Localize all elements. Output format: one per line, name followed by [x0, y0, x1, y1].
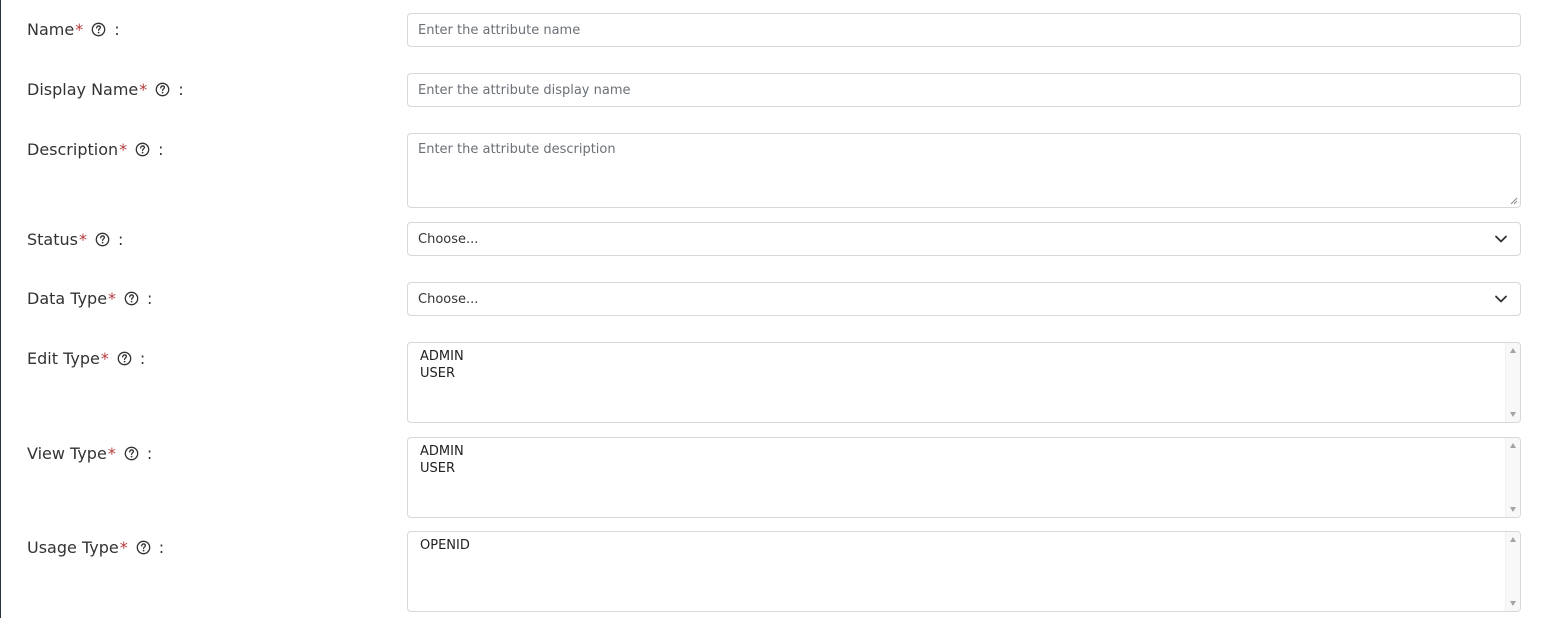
question-circle-icon[interactable]: [124, 291, 139, 306]
label-colon: :: [178, 79, 184, 99]
status-select[interactable]: Choose...: [407, 222, 1521, 256]
display-name-input[interactable]: Enter the attribute display name: [407, 73, 1521, 107]
data-type-select[interactable]: Choose...: [407, 282, 1521, 316]
chevron-down-icon: [1495, 295, 1507, 303]
edit-type-option[interactable]: USER: [420, 365, 1508, 382]
scroll-up-icon[interactable]: [1510, 348, 1516, 353]
required-mark: *: [107, 443, 116, 463]
question-circle-icon[interactable]: [91, 22, 106, 37]
question-circle-icon[interactable]: [117, 351, 132, 366]
status-label-text: Status: [27, 229, 78, 249]
resize-grip-icon[interactable]: [1510, 197, 1518, 205]
view-type-label: View Type * :: [27, 443, 152, 463]
scroll-down-icon[interactable]: [1510, 601, 1516, 606]
edit-type-option[interactable]: ADMIN: [420, 348, 1508, 365]
scrollbar[interactable]: [1505, 438, 1520, 517]
data-type-label-text: Data Type: [27, 288, 108, 308]
question-circle-icon[interactable]: [135, 142, 150, 157]
question-circle-icon[interactable]: [95, 232, 110, 247]
name-label: Name * :: [27, 19, 120, 39]
question-circle-icon[interactable]: [124, 446, 139, 461]
name-input-placeholder: Enter the attribute name: [418, 22, 581, 38]
required-mark: *: [108, 288, 117, 308]
display-name-label-text: Display Name: [27, 79, 139, 99]
required-mark: *: [119, 139, 128, 159]
scroll-up-icon[interactable]: [1510, 443, 1516, 448]
data-type-label: Data Type * :: [27, 288, 152, 308]
edit-type-label-text: Edit Type: [27, 348, 100, 368]
description-textarea[interactable]: Enter the attribute description: [407, 133, 1521, 208]
data-type-select-value: Choose...: [418, 291, 479, 307]
description-label: Description * :: [27, 139, 164, 159]
usage-type-multiselect[interactable]: OPENID: [407, 531, 1521, 612]
view-type-multiselect[interactable]: ADMIN USER: [407, 437, 1521, 518]
label-colon: :: [114, 19, 120, 39]
required-mark: *: [100, 348, 109, 368]
status-label: Status * :: [27, 229, 123, 249]
scrollbar[interactable]: [1505, 532, 1520, 611]
label-colon: :: [158, 139, 164, 159]
edit-type-label: Edit Type * :: [27, 348, 145, 368]
required-mark: *: [119, 537, 128, 557]
required-mark: *: [139, 79, 148, 99]
status-select-value: Choose...: [418, 231, 479, 247]
label-colon: :: [147, 288, 153, 308]
display-name-label: Display Name * :: [27, 79, 184, 99]
required-mark: *: [75, 19, 84, 39]
required-mark: *: [78, 229, 87, 249]
description-textarea-placeholder: Enter the attribute description: [418, 142, 616, 157]
question-circle-icon[interactable]: [155, 82, 170, 97]
scroll-up-icon[interactable]: [1510, 537, 1516, 542]
scrollbar[interactable]: [1505, 343, 1520, 422]
view-type-option[interactable]: USER: [420, 460, 1508, 477]
scroll-down-icon[interactable]: [1510, 507, 1516, 512]
attribute-form: Name * : Enter the attribute name Display…: [0, 0, 1543, 618]
description-label-text: Description: [27, 139, 119, 159]
question-circle-icon[interactable]: [136, 540, 151, 555]
name-input[interactable]: Enter the attribute name: [407, 13, 1521, 47]
view-type-option[interactable]: ADMIN: [420, 443, 1508, 460]
display-name-input-placeholder: Enter the attribute display name: [418, 82, 631, 98]
view-type-label-text: View Type: [27, 443, 107, 463]
label-colon: :: [117, 229, 124, 249]
edit-type-multiselect[interactable]: ADMIN USER: [407, 342, 1521, 423]
usage-type-label: Usage Type * :: [27, 537, 164, 557]
label-colon: :: [139, 348, 146, 368]
chevron-down-icon: [1495, 235, 1507, 243]
usage-type-option[interactable]: OPENID: [420, 537, 1508, 554]
scroll-down-icon[interactable]: [1510, 412, 1516, 417]
name-label-text: Name: [27, 19, 75, 39]
usage-type-label-text: Usage Type: [27, 537, 119, 557]
label-colon: :: [158, 537, 165, 557]
label-colon: :: [146, 443, 153, 463]
